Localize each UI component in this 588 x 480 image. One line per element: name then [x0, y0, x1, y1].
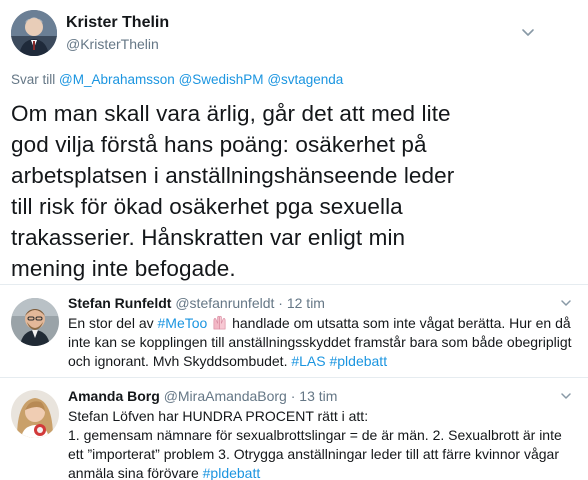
chevron-down-icon[interactable] [560, 392, 572, 400]
author-handle[interactable]: @KristerThelin [66, 36, 159, 52]
chevron-down-icon[interactable] [560, 299, 572, 307]
reply-avatar[interactable] [11, 298, 59, 346]
reply-header: Stefan Runfeldt @stefanrunfeldt · 12 tim [68, 295, 325, 311]
author-name[interactable]: Krister Thelin [66, 14, 169, 32]
reply-timestamp[interactable]: 12 tim [287, 295, 325, 311]
reply-text: En stor del av #MeToo handlade om utsatt… [68, 314, 574, 371]
reply-mention-link[interactable]: @M_Abrahamsson [59, 72, 175, 87]
hashtag-link[interactable]: #pldebatt [203, 465, 261, 480]
reply-author-handle[interactable]: @MiraAmandaBorg [164, 388, 287, 404]
reply-text-part: En stor del av [68, 315, 158, 331]
time-separator: · [278, 295, 283, 311]
reply-prefix: Svar till [11, 72, 56, 87]
reply-timestamp[interactable]: 13 tim [299, 388, 337, 404]
reply-text: Stefan Löfven har HUNDRA PROCENT rätt i … [68, 407, 574, 480]
reply-tweet[interactable]: Stefan Runfeldt @stefanrunfeldt · 12 tim… [0, 295, 588, 373]
time-separator: · [290, 388, 296, 404]
reply-text-line: Stefan Löfven har HUNDRA PROCENT rätt i … [68, 408, 369, 424]
reply-author-name[interactable]: Amanda Borg [68, 388, 160, 404]
reply-tweet[interactable]: Amanda Borg @MiraAmandaBorg · 13 tim Ste… [0, 388, 588, 480]
reply-avatar[interactable] [11, 390, 59, 438]
reply-author-handle[interactable]: @stefanrunfeldt [175, 295, 274, 311]
hashtag-link[interactable]: #MeToo [158, 315, 208, 331]
raised-hands-icon [213, 315, 226, 330]
chevron-down-icon[interactable] [521, 28, 535, 38]
main-tweet: Krister Thelin @KristerThelin Svar till … [0, 0, 588, 284]
hashtag-link[interactable]: #LAS [291, 353, 325, 369]
divider [0, 377, 588, 378]
author-avatar[interactable] [11, 10, 57, 56]
tweet-text: Om man skall vara ärlig, går det att med… [11, 101, 455, 281]
divider [0, 284, 588, 285]
reply-text-part: 1. gemensam nämnare för sexualbrottsling… [68, 427, 562, 480]
hashtag-link[interactable]: #pldebatt [329, 353, 387, 369]
reply-mention-link[interactable]: @SwedishPM [179, 72, 264, 87]
reply-header: Amanda Borg @MiraAmandaBorg · 13 tim [68, 388, 337, 404]
reply-context: Svar till @M_Abrahamsson @SwedishPM @svt… [11, 72, 343, 87]
reply-text-block: 1. gemensam nämnare för sexualbrottsling… [68, 426, 574, 480]
reply-mention-link[interactable]: @svtagenda [267, 72, 343, 87]
reply-author-name[interactable]: Stefan Runfeldt [68, 295, 171, 311]
